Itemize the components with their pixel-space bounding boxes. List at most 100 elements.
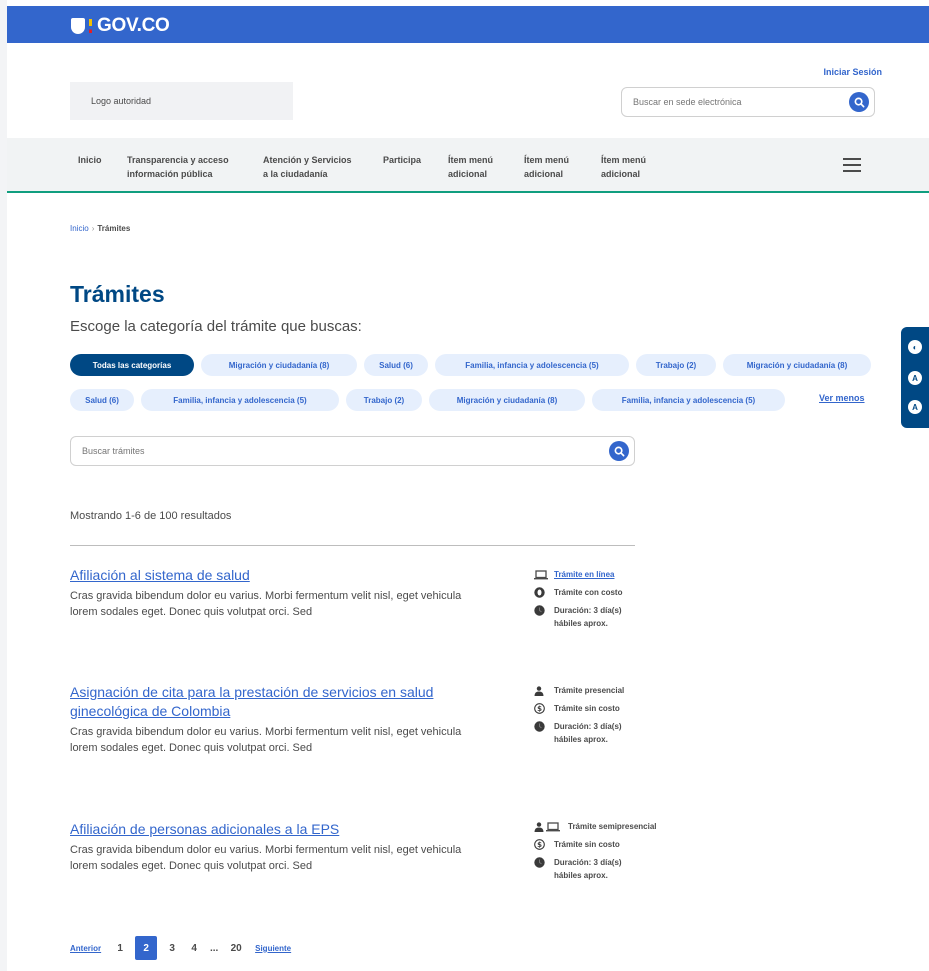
pagination: Anterior 1 2 3 4 ... 20 Siguiente	[70, 936, 291, 960]
duration-label: Duración: 3 día(s) hábiles aprox.	[554, 606, 622, 628]
nav-item-label: a la ciudadanía	[263, 169, 328, 179]
nav-item-label: Participa	[383, 155, 422, 165]
category-chip[interactable]: Familia, infancia y adolescencia (5)	[592, 389, 785, 411]
category-chip[interactable]: Familia, infancia y adolescencia (5)	[141, 389, 339, 411]
pagination-prev[interactable]: Anterior	[70, 944, 101, 953]
nav-item-inicio[interactable]: Inicio	[78, 153, 102, 167]
authority-logo: Logo autoridad	[70, 82, 293, 120]
category-chip[interactable]: Salud (6)	[70, 389, 134, 411]
person-icon	[534, 684, 554, 697]
mode-row: Trámite presencial	[534, 684, 734, 697]
breadcrumb-separator: ›	[91, 224, 95, 233]
category-chip[interactable]: Trabajo (2)	[636, 354, 716, 376]
nav-item-label: Transparencia y acceso	[127, 155, 229, 165]
category-chip[interactable]: Salud (6)	[364, 354, 428, 376]
gov-topbar: GOV.CO	[7, 6, 929, 43]
nav-item-atencion[interactable]: Atención y Servicios a la ciudadanía	[263, 153, 352, 181]
govco-logo[interactable]: GOV.CO	[71, 15, 170, 37]
nav-item-adicional-2[interactable]: Ítem menú adicional	[524, 153, 569, 181]
mode-label: Trámite en línea	[554, 570, 615, 579]
category-chip[interactable]: Familia, infancia y adolescencia (5)	[435, 354, 629, 376]
duration-row: Duración: 3 día(s) hábiles aprox.	[534, 856, 734, 882]
page-link[interactable]: 20	[223, 943, 249, 954]
result-item: Asignación de cita para la prestación de…	[70, 683, 929, 756]
category-chip[interactable]: Migración y ciudadanía (8)	[201, 354, 357, 376]
login-link[interactable]: Iniciar Sesión	[823, 67, 882, 77]
result-title-link[interactable]: Asignación de cita para la prestación de…	[70, 683, 490, 721]
font-decrease-button[interactable]: A	[908, 371, 922, 385]
duration-row: Duración: 3 día(s) hábiles aprox.	[534, 720, 734, 746]
coin-icon	[534, 586, 554, 599]
page-link[interactable]: 1	[109, 943, 131, 954]
svg-text:$: $	[537, 705, 542, 713]
contrast-button[interactable]: ◐	[908, 340, 922, 354]
result-description: Cras gravida bibendum dolor eu varius. M…	[70, 590, 462, 618]
clock-icon	[534, 856, 554, 869]
flag-icon	[89, 19, 92, 33]
page-link[interactable]: 3	[161, 943, 183, 954]
result-meta: Trámite semipresencial $ Trámite sin cos…	[534, 820, 734, 887]
nav-item-label: Inicio	[78, 155, 102, 165]
nav-item-adicional-3[interactable]: Ítem menú adicional	[601, 153, 646, 181]
result-item: Afiliación de personas adicionales a la …	[70, 820, 929, 880]
dollar-icon: $	[534, 702, 554, 715]
category-chip[interactable]: Trabajo (2)	[346, 389, 422, 411]
page: GOV.CO Iniciar Sesión Logo autoridad Ini…	[7, 0, 929, 971]
breadcrumb-home[interactable]: Inicio	[70, 224, 89, 233]
nav-item-label: Ítem menú	[524, 155, 570, 165]
mode-label: Trámite semipresencial	[568, 822, 657, 831]
nav-item-label: adicional	[601, 169, 641, 179]
mode-label: Trámite presencial	[554, 686, 625, 695]
result-title-link[interactable]: Afiliación de personas adicionales a la …	[70, 820, 490, 839]
nav-item-label: adicional	[448, 169, 488, 179]
nav-item-transparencia[interactable]: Transparencia y acceso información públi…	[127, 153, 229, 181]
nav-item-adicional-1[interactable]: Ítem menú adicional	[448, 153, 493, 181]
menu-icon[interactable]	[843, 158, 861, 176]
category-chip[interactable]: Migración y ciudadanía (8)	[723, 354, 871, 376]
accessibility-bar: ◐ A A	[901, 327, 929, 428]
tramites-search-input[interactable]	[82, 446, 562, 456]
ver-menos-link[interactable]: Ver menos	[819, 393, 865, 403]
category-chip-all[interactable]: Todas las categorías	[70, 354, 194, 376]
search-icon	[614, 446, 624, 456]
nav-item-label: Ítem menú	[448, 155, 494, 165]
divider	[70, 545, 635, 546]
brand-text: GOV.CO	[97, 15, 170, 36]
site-search-button[interactable]	[849, 92, 869, 112]
result-item: Afiliación al sistema de salud Cras grav…	[70, 566, 929, 628]
search-icon	[854, 97, 864, 107]
clock-icon	[534, 604, 554, 617]
main-nav: Inicio Transparencia y acceso informació…	[7, 138, 929, 193]
font-increase-button[interactable]: A	[908, 400, 922, 414]
cost-row: $ Trámite sin costo	[534, 702, 734, 715]
mode-row[interactable]: Trámite en línea	[534, 568, 734, 581]
page-link-current[interactable]: 2	[135, 936, 158, 960]
nav-item-label: Atención y Servicios	[263, 155, 352, 165]
duration-row: Duración: 3 día(s) hábiles aprox.	[534, 604, 734, 630]
page-title: Trámites	[70, 281, 165, 307]
site-search	[621, 87, 875, 117]
cost-label: Trámite sin costo	[554, 840, 620, 849]
page-link[interactable]: 4	[183, 943, 205, 954]
cost-row: $ Trámite sin costo	[534, 838, 734, 851]
category-chip[interactable]: Migración y ciudadanía (8)	[429, 389, 585, 411]
pagination-next[interactable]: Siguiente	[255, 944, 291, 953]
result-description: Cras gravida bibendum dolor eu varius. M…	[70, 726, 462, 754]
nav-item-label: Ítem menú	[601, 155, 647, 165]
clock-icon	[534, 720, 554, 733]
site-search-input[interactable]	[633, 97, 833, 107]
duration-label: Duración: 3 día(s) hábiles aprox.	[554, 858, 622, 880]
person-laptop-icon	[534, 820, 568, 833]
result-title-link[interactable]: Afiliación al sistema de salud	[70, 566, 490, 585]
result-description: Cras gravida bibendum dolor eu varius. M…	[70, 844, 462, 872]
nav-item-participa[interactable]: Participa	[383, 153, 421, 167]
breadcrumb-current: Trámites	[97, 224, 131, 233]
page-ellipsis: ...	[209, 942, 219, 954]
result-meta: Trámite en línea Trámite con costo Durac…	[534, 568, 734, 635]
tramites-search	[70, 436, 635, 466]
duration-label: Duración: 3 día(s) hábiles aprox.	[554, 722, 622, 744]
results-count: Mostrando 1-6 de 100 resultados	[70, 510, 232, 522]
tramites-search-button[interactable]	[609, 441, 629, 461]
cost-label: Trámite con costo	[554, 588, 623, 597]
page-subtitle: Escoge la categoría del trámite que busc…	[70, 318, 362, 335]
